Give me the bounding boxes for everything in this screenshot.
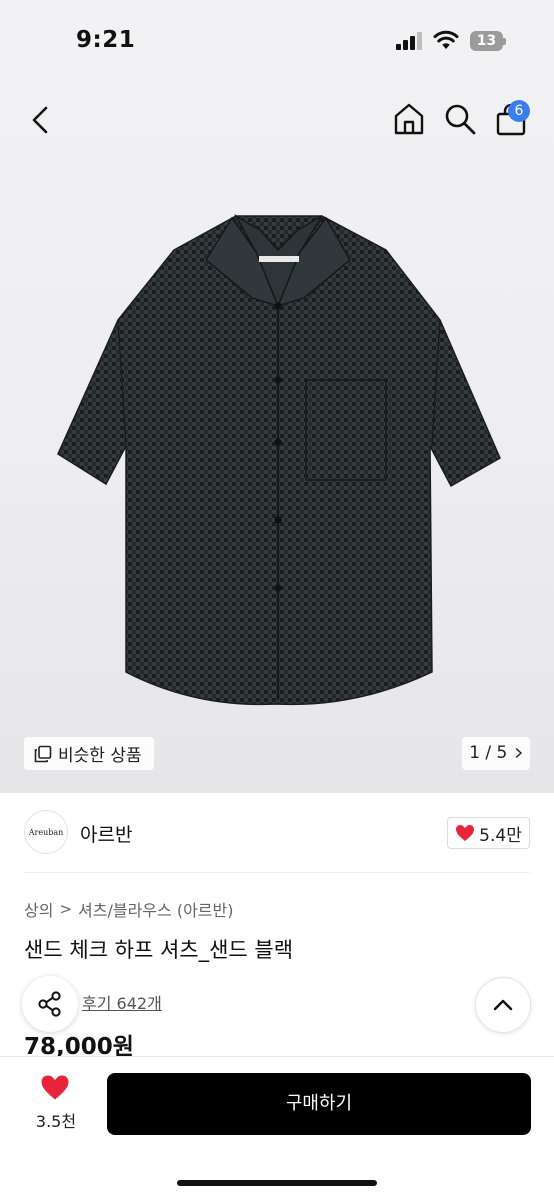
share-icon bbox=[38, 991, 61, 1017]
heart-icon bbox=[456, 825, 475, 841]
battery-level: 13 bbox=[476, 33, 497, 49]
signal-icon bbox=[396, 32, 424, 50]
product-title: 샌드 체크 하프 셔츠_샌드 블랙 bbox=[24, 938, 294, 962]
breadcrumb: 상의 > 셔츠/블라우스 (아르반) bbox=[24, 897, 233, 921]
similar-products-label: 비슷한 상품 bbox=[58, 746, 142, 766]
status-time: 9:21 bbox=[76, 27, 136, 53]
brand-like-button[interactable]: 5.4만 bbox=[447, 817, 530, 849]
review-link[interactable]: 후기 642개 bbox=[82, 990, 162, 1014]
wishlist-count: 3.5천 bbox=[35, 1112, 77, 1131]
similar-products-button[interactable]: 비슷한 상품 bbox=[24, 737, 154, 770]
status-bar: 9:21 13 bbox=[0, 0, 554, 84]
breadcrumb-separator-icon: > bbox=[59, 900, 73, 918]
heart-icon bbox=[41, 1075, 69, 1100]
battery-icon: 13 bbox=[470, 31, 506, 51]
home-indicator bbox=[177, 1180, 377, 1186]
back-icon[interactable] bbox=[26, 104, 56, 136]
chevron-right-icon bbox=[515, 748, 522, 758]
brand-like-count: 5.4만 bbox=[479, 825, 522, 846]
buy-button[interactable]: 구매하기 bbox=[107, 1073, 531, 1135]
breadcrumb-category[interactable]: 상의 bbox=[24, 897, 53, 921]
brand-name[interactable]: 아르반 bbox=[80, 820, 132, 847]
cart-count-badge: 6 bbox=[508, 100, 530, 122]
search-icon[interactable] bbox=[443, 102, 477, 136]
brand-logo[interactable]: Areuban bbox=[24, 810, 68, 854]
divider bbox=[24, 872, 530, 873]
share-button[interactable] bbox=[22, 976, 78, 1032]
image-counter[interactable]: 1 / 5 bbox=[462, 737, 530, 770]
chevron-up-icon bbox=[493, 999, 513, 1011]
brand-logo-text: Areuban bbox=[28, 827, 64, 837]
breadcrumb-subcategory[interactable]: 셔츠/블라우스 (아르반) bbox=[78, 897, 233, 921]
scroll-top-button[interactable] bbox=[475, 977, 531, 1033]
copy-icon bbox=[34, 745, 52, 762]
home-icon[interactable] bbox=[392, 102, 426, 136]
image-counter-text: 1 / 5 bbox=[469, 743, 508, 763]
product-image[interactable] bbox=[56, 210, 502, 710]
wifi-icon bbox=[433, 30, 459, 49]
wishlist-button[interactable]: 3.5천 bbox=[28, 1074, 84, 1134]
